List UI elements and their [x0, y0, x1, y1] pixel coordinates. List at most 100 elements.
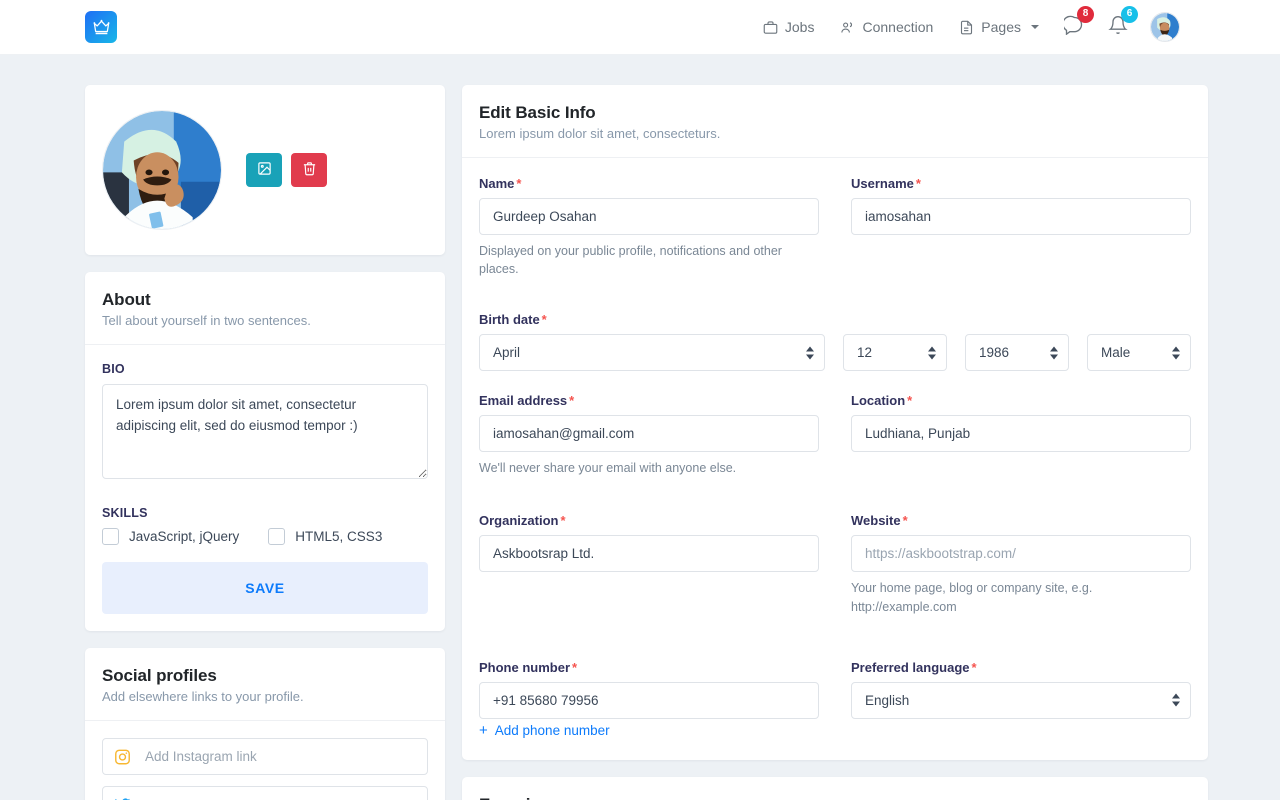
add-phone-number-link[interactable]: + Add phone number	[479, 723, 610, 738]
required-marker: *	[902, 513, 908, 529]
social-profiles-card: Social profiles Add elsewhere links to y…	[85, 648, 445, 800]
phone-label-text: Phone number	[479, 659, 571, 675]
photo-action-buttons	[246, 153, 327, 187]
nav-item-pages-label: Pages	[981, 19, 1021, 35]
birth-date-label: Birth date *	[479, 312, 1191, 327]
location-input[interactable]	[851, 415, 1191, 453]
location-label-text: Location	[851, 393, 906, 409]
avatar-image	[1151, 13, 1179, 41]
email-input[interactable]	[479, 415, 819, 453]
nav-item-jobs[interactable]: Jobs	[750, 19, 828, 35]
required-marker: *	[971, 659, 977, 675]
profile-photo-card	[85, 85, 445, 255]
email-help-text: We'll never share your email with anyone…	[479, 461, 737, 476]
change-photo-button[interactable]	[246, 153, 282, 187]
messages-badge: 8	[1077, 5, 1094, 23]
people-icon	[840, 20, 855, 35]
required-marker: *	[541, 312, 547, 328]
required-marker: *	[907, 393, 913, 409]
email-label: Email address *	[479, 393, 819, 408]
left-sidebar: About Tell about yourself in two sentenc…	[85, 85, 445, 800]
skill-label: HTML5, CSS3	[295, 529, 383, 544]
page-subtitle: Lorem ipsum dolor sit amet, consecteturs…	[479, 126, 721, 141]
social-title: Social profiles	[102, 666, 217, 685]
birth-year-select[interactable]: 1986	[965, 334, 1069, 372]
page-body: About Tell about yourself in two sentenc…	[0, 55, 1280, 800]
birth-month-wrap: April	[479, 334, 825, 372]
required-marker: *	[569, 393, 575, 409]
name-label: Name *	[479, 176, 819, 191]
about-card: About Tell about yourself in two sentenc…	[85, 272, 445, 631]
profile-photo-image	[103, 111, 221, 229]
file-icon	[959, 20, 974, 35]
save-button[interactable]: SAVE	[102, 562, 428, 614]
username-input[interactable]	[851, 198, 1191, 235]
phone-label: Phone number *	[479, 660, 819, 675]
experience-card: Experience Tell about your work, job, an…	[462, 776, 1208, 800]
instagram-icon	[114, 748, 131, 765]
language-wrap: English	[851, 681, 1191, 719]
organization-field-group: Organization *	[479, 513, 819, 615]
organization-input[interactable]	[479, 535, 819, 573]
nav-item-jobs-label: Jobs	[784, 19, 815, 35]
phone-field-group: Phone number* + Add phone number	[479, 660, 819, 740]
location-field-group: Location *	[851, 393, 1191, 477]
email-field-group: Email address* We'll never share your em…	[479, 393, 819, 477]
language-label: Preferred language *	[851, 660, 1191, 675]
website-field-group: Website* Your home page, blog or company…	[851, 513, 1191, 615]
name-field-group: Name* Displayed on your public profile, …	[479, 176, 819, 278]
edit-basic-info-card: Edit Basic Info Lorem ipsum dolor sit am…	[462, 85, 1208, 760]
notifications-button[interactable]: 6	[1096, 5, 1140, 40]
phone-input[interactable]	[479, 681, 819, 719]
language-select[interactable]: English	[851, 681, 1191, 719]
checkbox-box[interactable]	[268, 528, 286, 545]
required-marker: *	[915, 176, 921, 191]
image-icon	[257, 161, 272, 179]
page-title: Edit Basic Info	[479, 103, 596, 122]
birth-date-field-group: Birth date * April 12 1986 Male	[479, 312, 1191, 372]
website-label-text: Website	[851, 513, 901, 529]
username-label-text: Username	[851, 176, 914, 191]
nav-item-pages[interactable]: Pages	[946, 19, 1052, 35]
skill-checkbox-html5[interactable]: HTML5, CSS3	[268, 528, 382, 545]
bio-textarea[interactable]	[102, 384, 428, 479]
header-avatar[interactable]	[1150, 12, 1180, 42]
twitter-icon	[114, 796, 131, 800]
chevron-down-icon	[1031, 25, 1039, 29]
skills-label: SKILLS	[102, 506, 148, 520]
required-marker: *	[572, 659, 578, 675]
nav-item-connection[interactable]: Connection	[827, 19, 946, 35]
twitter-link-row	[102, 786, 428, 800]
profile-photo[interactable]	[102, 110, 222, 230]
name-label-text: Name	[479, 176, 515, 191]
name-help-text: Displayed on your public profile, notifi…	[479, 244, 782, 277]
skills-checkbox-group: JavaScript, jQuery HTML5, CSS3	[102, 528, 428, 545]
skill-checkbox-javascript[interactable]: JavaScript, jQuery	[102, 528, 239, 545]
messages-button[interactable]: 8	[1052, 5, 1096, 40]
main-content: Edit Basic Info Lorem ipsum dolor sit am…	[462, 85, 1208, 800]
email-label-text: Email address	[479, 393, 568, 409]
trash-icon	[302, 161, 317, 179]
crown-logo-icon[interactable]	[85, 11, 117, 43]
notifications-badge: 6	[1121, 5, 1138, 23]
about-title: About	[102, 290, 151, 309]
gender-wrap: Male	[1087, 334, 1191, 372]
experience-title: Experience	[479, 795, 1191, 800]
twitter-link-input[interactable]	[102, 786, 428, 800]
birth-day-select[interactable]: 12	[843, 334, 947, 372]
bio-label: BIO	[102, 362, 125, 376]
header-nav: Jobs Connection Pages 8 6	[750, 5, 1180, 42]
instagram-link-input[interactable]	[102, 738, 428, 775]
birth-day-wrap: 12	[843, 334, 947, 372]
website-input[interactable]	[851, 535, 1191, 573]
gender-select[interactable]: Male	[1087, 334, 1191, 372]
delete-photo-button[interactable]	[291, 153, 327, 187]
name-input[interactable]	[479, 198, 819, 235]
checkbox-box[interactable]	[102, 528, 119, 545]
language-label-text: Preferred language	[851, 659, 970, 675]
birth-month-select[interactable]: April	[479, 334, 825, 372]
social-subtitle: Add elsewhere links to your profile.	[102, 689, 304, 704]
language-field-group: Preferred language * English	[851, 660, 1191, 740]
briefcase-icon	[763, 20, 778, 35]
website-help-text: Your home page, blog or company site, e.…	[851, 581, 1093, 614]
